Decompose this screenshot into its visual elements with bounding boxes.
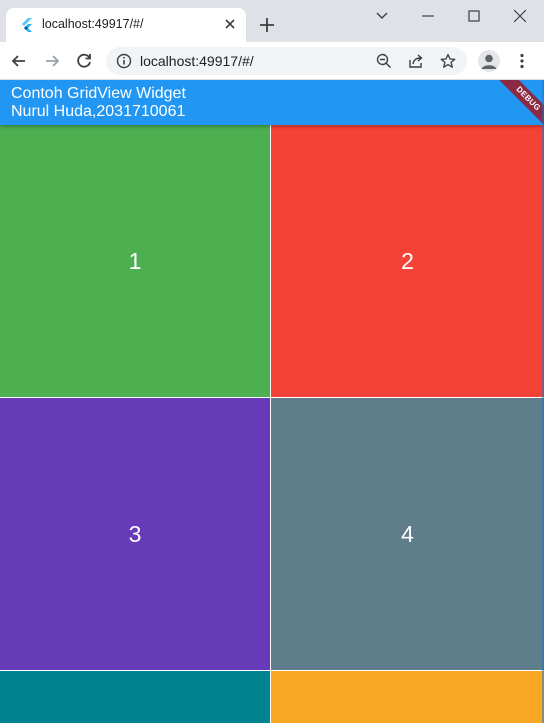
app-title-line-2: Nurul Huda,2031710061 [11, 103, 186, 120]
star-icon[interactable] [440, 53, 456, 69]
arrow-right-icon[interactable] [42, 51, 62, 71]
share-icon[interactable] [408, 53, 424, 69]
plus-icon[interactable] [258, 16, 276, 34]
minimize-icon[interactable] [418, 6, 438, 26]
window-close-icon[interactable] [510, 6, 530, 26]
app-bar-title: Contoh GridView Widget Nurul Huda,203171… [11, 85, 186, 121]
grid-item[interactable]: 1 [0, 125, 270, 397]
browser-toolbar: localhost:49917/#/ [0, 42, 544, 80]
info-icon[interactable] [116, 53, 132, 69]
grid-item[interactable]: 3 [0, 398, 270, 670]
reload-icon[interactable] [74, 51, 94, 71]
tab-title: localhost:49917/#/ [42, 17, 144, 31]
grid-item[interactable]: 4 [271, 398, 544, 670]
zoom-out-icon[interactable] [376, 53, 392, 69]
arrow-left-icon[interactable] [9, 51, 29, 71]
avatar-icon[interactable] [478, 50, 500, 72]
close-icon[interactable] [222, 16, 238, 32]
url-text[interactable]: localhost:49917/#/ [140, 53, 254, 69]
browser-window: localhost:49917/#/ localhost:49917/#/ Co… [0, 0, 544, 723]
flutter-icon [22, 18, 32, 32]
grid-item-label: 3 [128, 520, 142, 547]
tab-strip: localhost:49917/#/ [0, 0, 544, 42]
address-bar[interactable]: localhost:49917/#/ [106, 47, 467, 75]
maximize-icon[interactable] [464, 6, 484, 26]
browser-tab[interactable]: localhost:49917/#/ [6, 8, 246, 42]
grid-item[interactable] [271, 671, 544, 723]
grid-item[interactable]: 2 [271, 125, 544, 397]
grid-item[interactable] [0, 671, 270, 723]
app-bar: Contoh GridView Widget Nurul Huda,203171… [0, 80, 544, 125]
kebab-icon[interactable] [512, 51, 532, 71]
grid-item-label: 2 [401, 247, 414, 274]
chevron-down-icon[interactable] [372, 6, 392, 26]
grid-item-label: 1 [128, 247, 142, 274]
app-title-line-1: Contoh GridView Widget [11, 85, 186, 102]
grid-item-label: 4 [401, 520, 414, 547]
app-viewport: Contoh GridView Widget Nurul Huda,203171… [0, 80, 544, 723]
